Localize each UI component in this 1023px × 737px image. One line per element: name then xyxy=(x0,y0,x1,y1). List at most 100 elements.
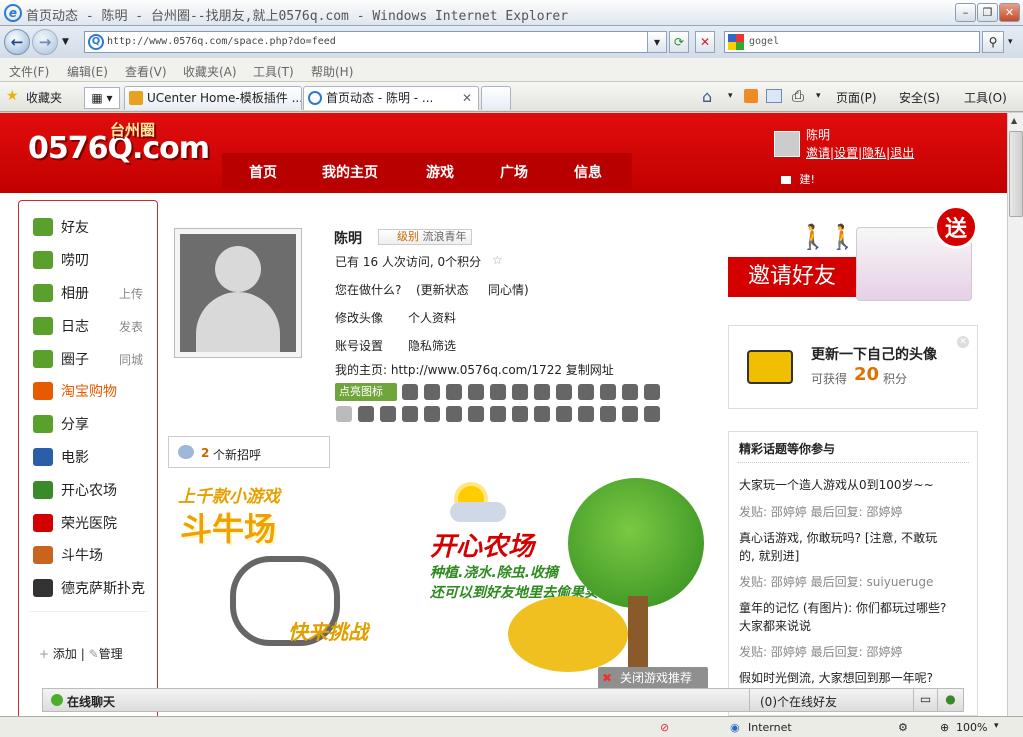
account-settings-link[interactable]: 账号设置 xyxy=(335,337,383,354)
url-dropdown-button[interactable]: ▾ xyxy=(647,31,667,53)
mail-icon[interactable] xyxy=(490,384,506,400)
nav-info[interactable]: 信息 xyxy=(574,162,602,182)
heart-icon[interactable] xyxy=(424,406,440,422)
invite-friends-ad[interactable]: 🚶🚶 邀请好友 送 xyxy=(728,205,978,301)
zoom-level[interactable]: 100% xyxy=(956,721,987,734)
back-button[interactable]: ← xyxy=(4,29,30,55)
new-tab-button[interactable] xyxy=(481,86,511,110)
group-icon[interactable] xyxy=(600,384,616,400)
read-mail-icon[interactable] xyxy=(766,89,782,103)
manage-apps-link[interactable]: 管理 xyxy=(99,647,123,661)
nav-my-page[interactable]: 我的主页 xyxy=(322,162,378,182)
minimize-button[interactable]: – xyxy=(955,3,976,22)
topic-title-cont[interactable]: 的, 就别进] xyxy=(739,547,799,564)
scroll-up-icon[interactable]: ▲ xyxy=(1011,116,1017,125)
logout-link[interactable]: 退出 xyxy=(890,146,914,160)
clock-icon[interactable] xyxy=(424,384,440,400)
update-avatar-box[interactable]: 更新一下自己的头像 可获得 20 积分 ✕ xyxy=(728,325,978,409)
tab-ucenter[interactable]: UCenter Home-模板插件 ... xyxy=(124,86,302,110)
header-username[interactable]: 陈明 xyxy=(806,126,830,143)
profile-avatar[interactable] xyxy=(174,228,302,358)
history-dropdown-icon[interactable]: ▼ xyxy=(62,37,69,47)
profile-info-link[interactable]: 个人资料 xyxy=(408,309,456,326)
sidebar-item-action[interactable]: 上传 xyxy=(119,285,143,302)
sidebar-item-action[interactable]: 同城 xyxy=(119,351,143,368)
badge-xiao-icon[interactable] xyxy=(644,406,660,422)
bag-icon[interactable] xyxy=(468,406,484,422)
close-box-icon[interactable]: ✕ xyxy=(957,336,969,348)
badge-cai-icon[interactable] xyxy=(622,406,638,422)
nav-home[interactable]: 首页 xyxy=(249,162,277,182)
safety-menu[interactable]: 安全(S) xyxy=(899,89,940,106)
phone-icon[interactable] xyxy=(534,384,550,400)
site-logo[interactable]: 0576Q.com 台州圈 xyxy=(28,121,210,166)
topic-title[interactable]: 大家玩一个造人游戏从0到100岁~~ xyxy=(739,476,934,493)
topic-title[interactable]: 假如时光倒流, 大家想回到那一年呢? xyxy=(739,669,933,686)
menu-help[interactable]: 帮助(H) xyxy=(311,63,353,80)
tab-home-feed[interactable]: 首页动态 - 陈明 - ... ✕ xyxy=(303,86,479,110)
scroll-thumb[interactable] xyxy=(1009,131,1023,217)
bike-icon[interactable] xyxy=(490,406,506,422)
privacy-link[interactable]: 隐私 xyxy=(862,146,886,160)
same-mood-link[interactable]: 同心情) xyxy=(488,281,529,298)
qq-icon[interactable] xyxy=(446,384,462,400)
add-app-link[interactable]: 添加 xyxy=(53,647,77,661)
topic-title[interactable]: 真心话游戏, 你敢玩吗? [注意, 不敢玩 xyxy=(739,529,937,546)
lock-icon[interactable] xyxy=(402,384,418,400)
tools-menu[interactable]: 工具(O) xyxy=(964,89,1007,106)
feeds-icon[interactable] xyxy=(744,89,758,103)
page-menu[interactable]: 页面(P) xyxy=(836,89,877,106)
search-button[interactable]: ⚲ xyxy=(982,31,1004,53)
pencil-icon[interactable] xyxy=(556,384,572,400)
close-window-button[interactable]: ✕ xyxy=(999,3,1020,22)
close-game-promo-button[interactable]: ✖ 关闭游戏推荐 xyxy=(598,667,708,689)
game-promo-banner[interactable]: 上千款小游戏 斗牛场 快来挑战 开心农场 种植.浇水.除虫.收摘 还可以到好友地… xyxy=(168,476,708,689)
topic-title-cont[interactable]: 大家都来说说 xyxy=(739,617,811,634)
edit-icon[interactable] xyxy=(380,406,396,422)
music-icon[interactable] xyxy=(534,406,550,422)
update-status-link[interactable]: (更新状态 xyxy=(416,281,469,298)
thumbs-icon[interactable] xyxy=(402,406,418,422)
badge-da-icon[interactable] xyxy=(578,406,594,422)
favorites-button[interactable]: 收藏夹 xyxy=(26,89,62,106)
stop-button[interactable]: ✕ xyxy=(695,31,715,53)
refresh-button[interactable]: ⟳ xyxy=(669,31,689,53)
privacy-filter-link[interactable]: 隐私筛选 xyxy=(408,337,456,354)
quick-tabs-button[interactable]: ▦ ▾ xyxy=(84,87,120,109)
search-options-icon[interactable]: ▾ xyxy=(1008,37,1013,47)
close-tab-icon[interactable]: ✕ xyxy=(462,87,472,109)
house-icon[interactable] xyxy=(578,384,594,400)
forward-button[interactable]: → xyxy=(32,29,58,55)
header-notice[interactable]: 建! xyxy=(780,171,815,187)
nav-square[interactable]: 广场 xyxy=(500,162,528,182)
menu-favorites[interactable]: 收藏夹(A) xyxy=(183,63,237,80)
tools-icon[interactable] xyxy=(644,384,660,400)
menu-view[interactable]: 查看(V) xyxy=(125,63,167,80)
popup-blocker-icon[interactable]: ⊘ xyxy=(660,721,669,734)
menu-file[interactable]: 文件(F) xyxy=(9,63,49,80)
home-dropdown-icon[interactable]: ▾ xyxy=(728,91,733,101)
light-icons-button[interactable]: 点亮图标 xyxy=(335,383,397,401)
greeting-box[interactable]: 2 个新招呼 xyxy=(168,436,330,468)
nav-games[interactable]: 游戏 xyxy=(426,162,454,182)
link-icon[interactable] xyxy=(512,406,528,422)
chat-settings-icon[interactable]: ▭ xyxy=(913,689,937,711)
profile-name[interactable]: 陈明 xyxy=(334,228,362,248)
gift-icon[interactable] xyxy=(446,406,462,422)
search-input[interactable]: gogel xyxy=(724,31,980,53)
invite-link[interactable]: 邀请 xyxy=(806,146,830,160)
badge-xi-icon[interactable] xyxy=(600,406,616,422)
menu-edit[interactable]: 编辑(E) xyxy=(67,63,108,80)
print-dropdown-icon[interactable]: ▾ xyxy=(816,91,821,101)
friends-status-icon[interactable]: ● xyxy=(937,689,963,711)
header-avatar[interactable] xyxy=(774,131,800,157)
online-friends-panel[interactable]: (0)个在线好友 xyxy=(749,689,913,711)
photos-icon[interactable] xyxy=(512,384,528,400)
protected-mode-icon[interactable]: ⚙ xyxy=(898,721,908,734)
document-icon[interactable] xyxy=(556,406,572,422)
maximize-button[interactable]: ❐ xyxy=(977,3,998,22)
home-icon[interactable]: ⌂ xyxy=(702,87,712,106)
topic-title[interactable]: 童年的记忆 (有图片): 你们都玩过哪些? xyxy=(739,599,946,616)
sidebar-item-action[interactable]: 发表 xyxy=(119,318,143,335)
favorites-star-icon[interactable]: ★ xyxy=(6,88,19,104)
